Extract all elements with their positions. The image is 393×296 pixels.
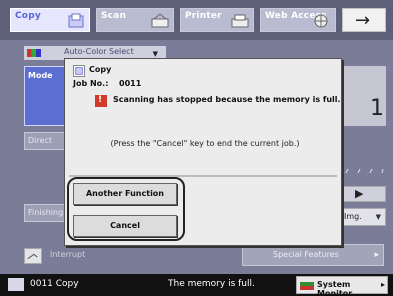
chevron-down-icon: ▼ — [152, 50, 158, 58]
copy-icon — [68, 13, 84, 28]
interrupt-button[interactable] — [24, 248, 42, 264]
status-bar: 0011 Copy The memory is full. System Mon… — [0, 274, 393, 296]
system-monitor-label: System Monitor — [317, 280, 353, 296]
system-monitor-button[interactable]: System Monitor ▸ — [296, 276, 388, 296]
chevron-right-icon: ▸ — [374, 250, 379, 260]
dialog-title: Copy — [89, 65, 112, 74]
interrupt-label: Interrupt — [50, 250, 86, 259]
job-number-label: Job No.: — [73, 79, 109, 88]
job-status-icon — [8, 278, 24, 291]
printer-icon — [231, 14, 249, 28]
job-number-value: 0011 — [119, 79, 142, 88]
dialog-hint: (Press the "Cancel" key to end the curre… — [110, 139, 300, 148]
arrow-right-icon: → — [355, 10, 371, 31]
dialog-message: Scanning has stopped because the memory … — [113, 95, 341, 104]
interrupt-icon — [27, 253, 38, 260]
top-tab-bar: Copy Scan Printer Web Access → — [0, 0, 393, 40]
another-function-label: Another Function — [85, 189, 164, 198]
copy-count-display: 1 — [340, 66, 386, 126]
special-features-label: Special Features — [273, 250, 339, 259]
scan-icon — [151, 13, 169, 28]
cancel-button[interactable]: Cancel — [73, 215, 177, 237]
cancel-label: Cancel — [110, 221, 140, 230]
chevron-down-icon: ▼ — [375, 213, 381, 221]
tab-copy[interactable]: Copy — [10, 8, 90, 32]
status-message: The memory is full. — [168, 279, 255, 289]
tab-printer[interactable]: Printer — [180, 8, 254, 32]
another-function-button[interactable]: Another Function — [73, 183, 177, 205]
copy-mode-box[interactable]: Mode — [24, 66, 68, 126]
error-dialog: Copy Job No.: 0011 ! Scanning has stoppe… — [64, 58, 342, 246]
direct-label: Direct — [28, 136, 52, 145]
tab-scan[interactable]: Scan — [96, 8, 174, 32]
tab-printer-label: Printer — [185, 11, 222, 21]
tab-scan-label: Scan — [101, 11, 127, 21]
mode-label: Mode — [28, 71, 53, 80]
special-features-button[interactable]: Special Features ▸ — [242, 244, 384, 266]
chevron-right-icon: ▸ — [380, 280, 385, 289]
direct-button[interactable]: Direct — [24, 132, 68, 150]
system-monitor-icon — [300, 282, 314, 290]
image-quality-dropdown[interactable]: Img. ▼ — [340, 208, 386, 226]
density-scale-icon — [345, 168, 384, 174]
copy-count-value: 1 — [370, 96, 384, 121]
finishing-label: Finishing — [28, 208, 64, 217]
tab-copy-label: Copy — [15, 11, 41, 21]
density-control-button[interactable]: ▶ — [340, 186, 386, 202]
color-select-label: Auto-Color Select — [64, 47, 134, 56]
next-screen-button[interactable]: → — [342, 8, 386, 32]
play-icon: ▶ — [355, 187, 364, 200]
copier-screen: Copy Scan Printer Web Access → Auto-Colo… — [0, 0, 393, 296]
job-status-text: 0011 Copy — [30, 279, 79, 289]
tab-web-access[interactable]: Web Access — [260, 8, 336, 32]
copy-icon — [73, 65, 85, 77]
warning-icon: ! — [95, 95, 107, 107]
image-quality-label: Img. — [344, 212, 362, 221]
finishing-button[interactable]: Finishing — [24, 204, 68, 222]
web-access-icon — [314, 14, 328, 28]
color-mode-icon — [27, 49, 41, 57]
